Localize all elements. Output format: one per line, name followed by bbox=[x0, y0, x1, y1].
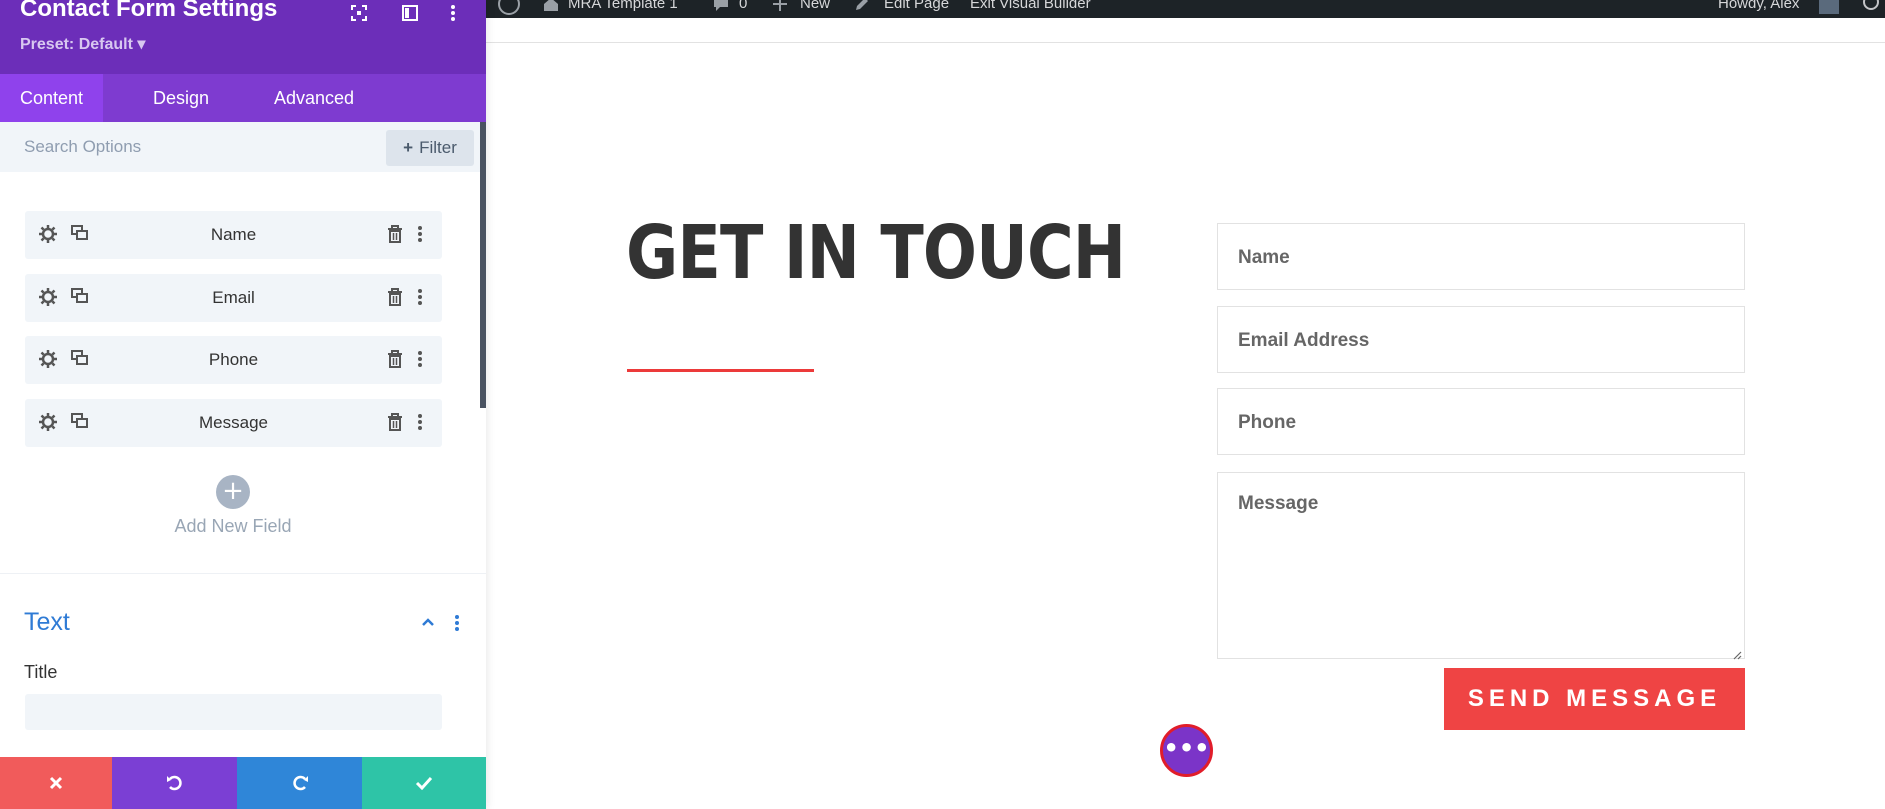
plus-icon[interactable] bbox=[772, 0, 792, 14]
add-field-icon[interactable]: + bbox=[216, 475, 250, 509]
trash-icon[interactable] bbox=[387, 225, 405, 245]
home-icon[interactable] bbox=[542, 0, 562, 14]
builder-options-button[interactable]: ••• bbox=[1160, 724, 1213, 777]
chevron-up-icon[interactable] bbox=[420, 614, 438, 632]
trash-icon[interactable] bbox=[387, 350, 405, 370]
search-icon[interactable] bbox=[1863, 0, 1879, 10]
close-icon bbox=[49, 776, 63, 790]
field-label: Email bbox=[212, 288, 255, 307]
contact-email-input[interactable]: Email Address bbox=[1217, 306, 1745, 373]
panel-title: Contact Form Settings bbox=[20, 0, 278, 22]
trash-icon[interactable] bbox=[387, 288, 405, 308]
plus-icon: + bbox=[403, 138, 414, 157]
avatar[interactable] bbox=[1819, 0, 1839, 14]
trash-icon[interactable] bbox=[387, 413, 405, 433]
more-options-icon[interactable] bbox=[417, 225, 427, 245]
search-options-input[interactable] bbox=[24, 134, 364, 160]
check-icon bbox=[415, 776, 433, 790]
title-field-label: Title bbox=[24, 662, 58, 682]
contact-phone-input[interactable]: Phone bbox=[1217, 388, 1745, 455]
contact-name-input[interactable]: Name bbox=[1217, 223, 1745, 290]
undo-button[interactable] bbox=[112, 757, 237, 809]
comments-count[interactable]: 0 bbox=[739, 0, 747, 12]
section-divider bbox=[0, 573, 486, 574]
contact-message-textarea[interactable]: Message bbox=[1217, 472, 1745, 659]
panel-scrollbar[interactable] bbox=[480, 122, 486, 408]
field-item-message[interactable]: Message bbox=[25, 399, 442, 447]
field-label: Message bbox=[199, 413, 268, 432]
filter-button[interactable]: + Filter bbox=[386, 130, 474, 166]
more-options-icon[interactable] bbox=[454, 614, 464, 634]
settings-panel: Contact Form Settings Preset: Default ▾ … bbox=[0, 0, 486, 809]
exit-visual-builder-link[interactable]: Exit Visual Builder bbox=[970, 0, 1091, 12]
preset-dropdown[interactable]: Preset: Default ▾ bbox=[20, 34, 145, 54]
howdy-user-link[interactable]: Howdy, Alex bbox=[1718, 0, 1799, 12]
add-new-field-link[interactable]: Add New Field bbox=[0, 516, 466, 537]
panel-action-bar bbox=[0, 757, 486, 809]
tab-content[interactable]: Content bbox=[0, 74, 104, 122]
more-options-icon[interactable] bbox=[417, 350, 427, 370]
more-options-icon[interactable] bbox=[450, 4, 470, 24]
search-options-row: + Filter bbox=[0, 122, 486, 172]
resize-grip-icon[interactable] bbox=[1732, 645, 1742, 660]
panel-header: Contact Form Settings Preset: Default ▾ bbox=[0, 0, 486, 74]
wordpress-logo-icon[interactable] bbox=[498, 0, 520, 15]
field-item-name[interactable]: Name bbox=[25, 211, 442, 259]
redo-icon bbox=[292, 775, 308, 791]
page-heading: GET IN TOUCH bbox=[626, 210, 1126, 296]
wp-admin-bar: MRA Template 1 0 New Edit Page Exit Visu… bbox=[486, 0, 1885, 18]
more-options-icon[interactable] bbox=[417, 413, 427, 433]
cancel-button[interactable] bbox=[0, 757, 112, 809]
new-link[interactable]: New bbox=[800, 0, 830, 12]
split-view-icon[interactable] bbox=[401, 4, 421, 24]
header-divider bbox=[486, 42, 1885, 43]
undo-icon bbox=[166, 775, 182, 791]
filter-label: Filter bbox=[419, 138, 457, 157]
field-item-phone[interactable]: Phone bbox=[25, 336, 442, 384]
edit-page-link[interactable]: Edit Page bbox=[884, 0, 949, 12]
save-button[interactable] bbox=[362, 757, 486, 809]
more-options-icon[interactable] bbox=[417, 288, 427, 308]
site-name-link[interactable]: MRA Template 1 bbox=[568, 0, 678, 12]
section-title-text[interactable]: Text bbox=[24, 608, 70, 637]
pencil-icon[interactable] bbox=[854, 0, 874, 14]
heading-underline bbox=[627, 369, 814, 372]
field-label: Phone bbox=[208, 350, 259, 369]
expand-icon[interactable] bbox=[350, 4, 370, 24]
tab-advanced[interactable]: Advanced bbox=[254, 74, 374, 122]
tab-design[interactable]: Design bbox=[133, 74, 229, 122]
comments-icon[interactable] bbox=[712, 0, 732, 14]
title-input[interactable] bbox=[25, 694, 442, 730]
field-label: Name bbox=[210, 225, 257, 244]
send-message-button[interactable]: SEND MESSAGE bbox=[1444, 668, 1745, 730]
field-item-email[interactable]: Email bbox=[25, 274, 442, 322]
redo-button[interactable] bbox=[237, 757, 362, 809]
panel-tabs: Content Design Advanced bbox=[0, 74, 486, 122]
